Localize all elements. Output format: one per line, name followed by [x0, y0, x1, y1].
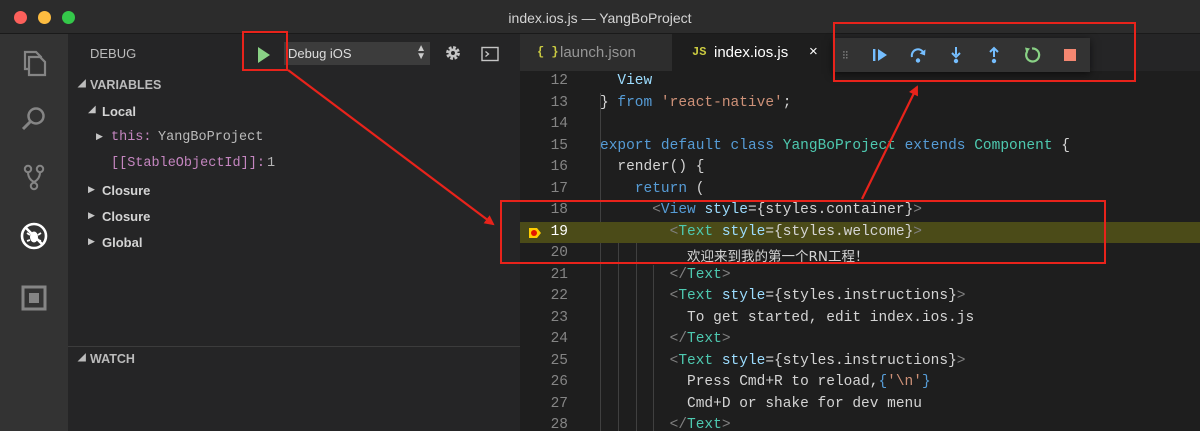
collapsed-triangle-icon: ▶ — [88, 236, 95, 246]
debug-header: DEBUG Debug iOS ▲ ▼ — [68, 34, 520, 74]
collapsed-triangle-icon: ▶ — [96, 131, 103, 141]
section-divider — [68, 346, 520, 347]
code-line: 27 Cmd+D or shake for dev menu — [550, 395, 922, 412]
code-line: 23 To get started, edit index.ios.js — [550, 309, 975, 326]
code-line: 21 </Text> — [550, 266, 731, 283]
tab-launch-json[interactable]: { } launch.json — [520, 34, 672, 71]
close-icon[interactable]: × — [809, 43, 818, 60]
extensions-icon[interactable] — [19, 283, 49, 313]
code-line: 13 } from 'react-native'; — [550, 94, 792, 111]
js-file-icon: JS — [692, 45, 707, 59]
code-line: 28 </Text> — [550, 417, 731, 431]
configuration-label: Debug iOS — [288, 46, 352, 61]
expanded-triangle-icon: ◢ — [78, 352, 86, 363]
debug-console-icon[interactable] — [481, 46, 499, 62]
collapsed-triangle-icon: ▶ — [88, 184, 95, 194]
code-line: 16 render() { — [550, 159, 705, 175]
debug-configuration-select[interactable]: Debug iOS ▲ ▼ — [284, 42, 430, 65]
variable-this[interactable]: ▶ this: YangBoProject — [68, 126, 520, 150]
expanded-triangle-icon: ◢ — [88, 104, 96, 115]
watch-section-header[interactable]: ◢ WATCH — [68, 348, 520, 372]
code-line: 22 <Text style={styles.instructions}> — [550, 288, 966, 304]
debug-icon[interactable] — [19, 221, 49, 251]
variables-section-header[interactable]: ◢ VARIABLES — [68, 74, 520, 98]
scope-closure[interactable]: ▶ Closure — [68, 205, 520, 229]
expanded-triangle-icon: ◢ — [78, 78, 86, 89]
activity-bar — [0, 34, 68, 431]
collapsed-triangle-icon: ▶ — [88, 210, 95, 220]
variable-stable-object-id[interactable]: [[StableObjectId]]: 1 — [68, 152, 520, 176]
code-line: 15 export default class YangBoProject ex… — [550, 137, 1070, 154]
scope-local[interactable]: ◢ Local — [68, 100, 520, 124]
search-icon[interactable] — [19, 104, 49, 134]
json-file-icon: { } — [537, 45, 559, 59]
code-line: 24 </Text> — [550, 331, 731, 347]
explorer-icon[interactable] — [19, 48, 49, 78]
code-line: 26 Press Cmd+R to reload,{'\n'} — [550, 374, 931, 390]
tab-index-ios-js[interactable]: JS index.ios.js × — [672, 34, 832, 71]
code-line: 14 — [550, 116, 568, 132]
scope-global[interactable]: ▶ Global — [68, 231, 520, 255]
debug-title: DEBUG — [90, 46, 137, 61]
debug-sidebar: DEBUG Debug iOS ▲ ▼ ◢ VARIABLES ◢ Local ▶… — [68, 34, 520, 431]
code-line: 17 return ( — [550, 180, 705, 197]
annotation-box-current-line — [500, 200, 1106, 264]
annotation-box-play — [242, 31, 288, 71]
code-line: 25 <Text style={styles.instructions}> — [550, 352, 966, 369]
gear-icon[interactable] — [444, 44, 462, 62]
scope-closure[interactable]: ▶ Closure — [68, 179, 520, 203]
annotation-box-toolbar — [833, 22, 1136, 82]
select-arrows-icon: ▲ ▼ — [416, 43, 426, 62]
source-control-icon[interactable] — [19, 162, 49, 192]
